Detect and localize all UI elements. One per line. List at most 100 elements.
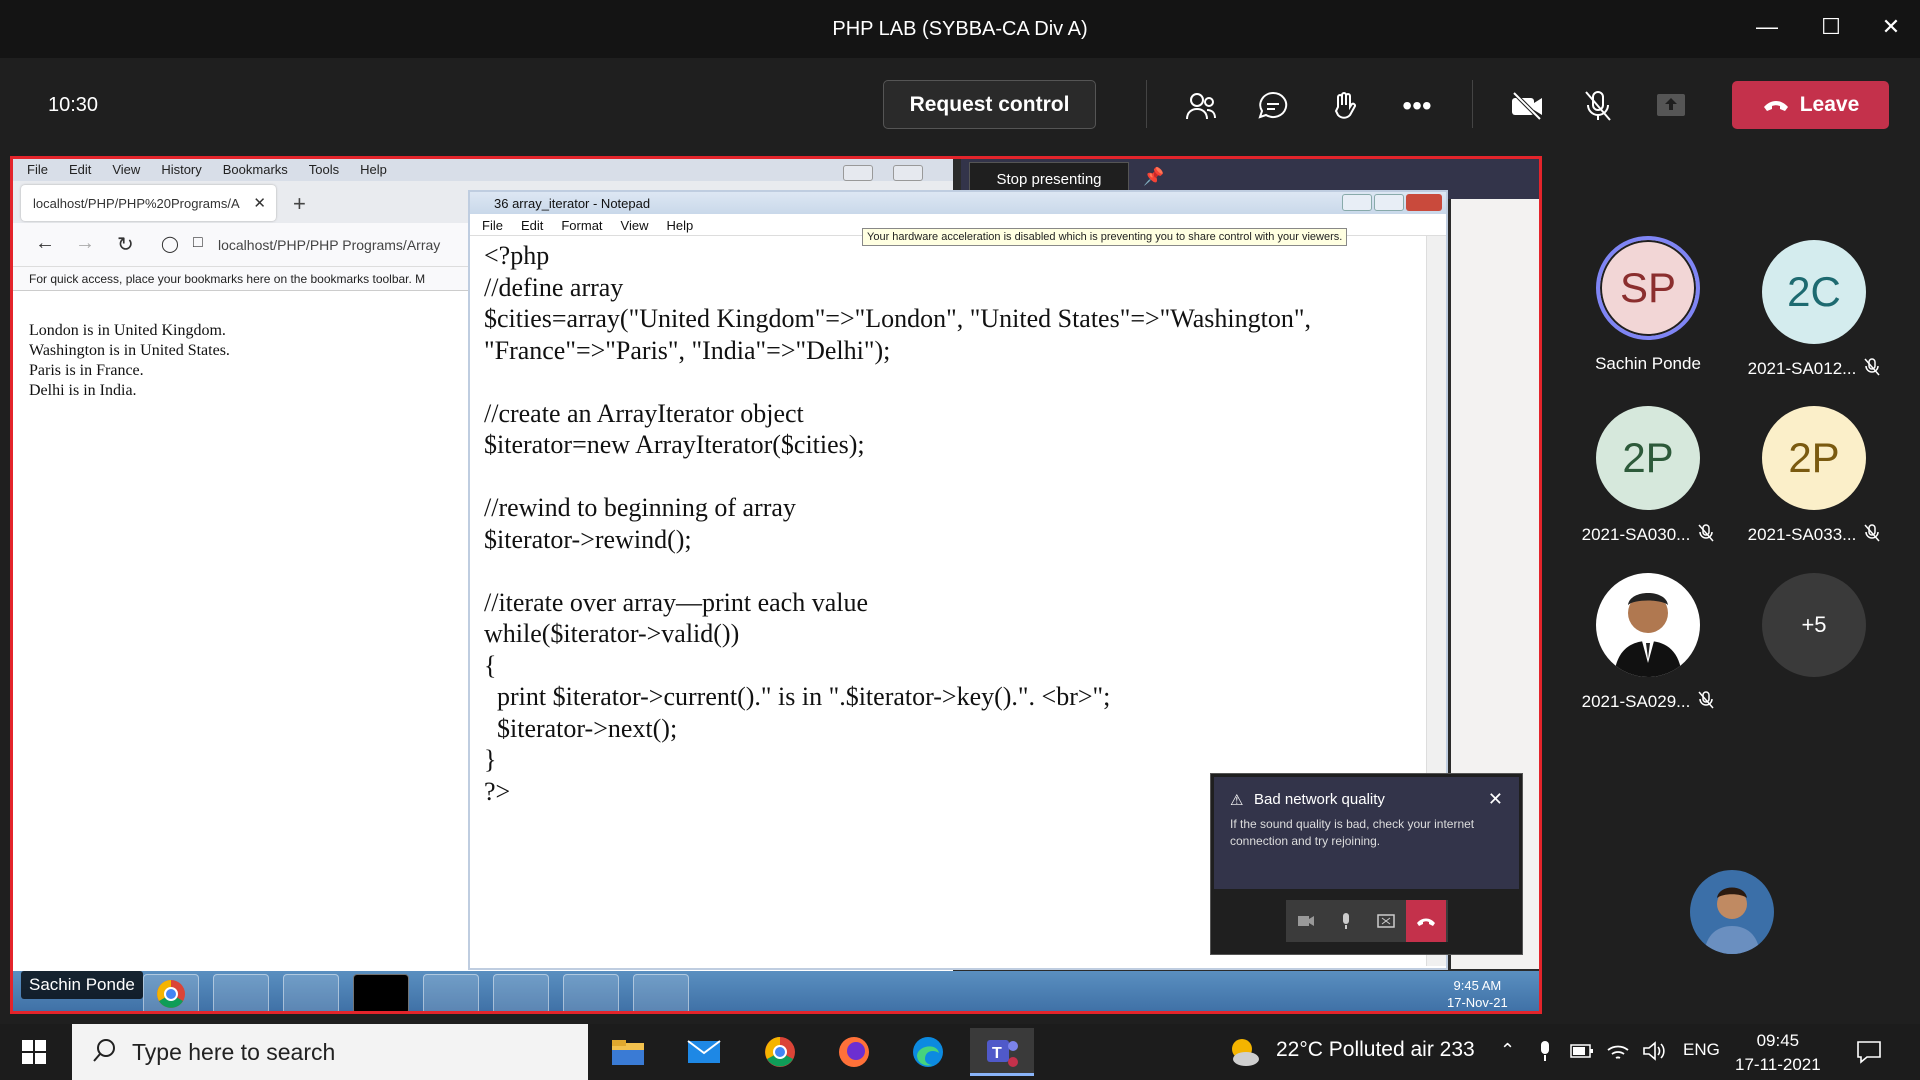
close-tab-icon[interactable]: ✕ [253,194,266,212]
avatar: SP [1596,236,1700,340]
call-monitor-window: ⚠ Bad network quality If the sound quali… [1210,773,1523,955]
meeting-toolbar: 10:30 Request control ••• Leave [0,58,1920,156]
menu-file[interactable]: File [27,162,48,177]
clock-time: 09:45 [1756,1031,1800,1050]
mail-icon[interactable] [672,1028,736,1076]
raise-hand-icon[interactable] [1325,86,1365,126]
firefox-maximize-button[interactable] [893,165,923,181]
weather-text[interactable]: 22°C Polluted air 233 [1276,1038,1475,1062]
muted-mic-icon [1698,691,1714,714]
more-participants-tile[interactable]: +5 [1734,573,1894,677]
sql-task-icon[interactable] [213,974,269,1011]
participant-tile[interactable]: 2P 2021-SA033... [1734,406,1894,547]
mini-camera-icon[interactable] [1286,900,1326,942]
taskbar-clock[interactable]: 09:45 17-11-2021 [1735,1029,1821,1077]
muted-mic-icon [1864,524,1880,547]
cmd-task-icon[interactable] [353,974,409,1011]
chevron-up-icon[interactable]: ⌃ [1500,1040,1515,1061]
participant-tile[interactable]: 2C 2021-SA012... [1734,240,1894,381]
notepad-minimize-button[interactable] [1342,194,1372,211]
mini-mic-icon[interactable] [1326,900,1366,942]
edge-icon[interactable] [896,1028,960,1076]
participant-tile[interactable]: SP Sachin Ponde [1568,236,1728,374]
mic-off-icon[interactable] [1578,86,1618,126]
file-explorer-icon[interactable] [596,1028,660,1076]
muted-mic-icon [1864,358,1880,381]
notes-task-icon[interactable] [423,974,479,1011]
reload-icon[interactable]: ↻ [117,232,134,257]
language-indicator[interactable]: ENG [1683,1040,1720,1060]
volume-icon[interactable] [1642,1040,1666,1067]
forward-icon[interactable]: → [75,232,95,255]
more-options-icon[interactable]: ••• [1397,86,1437,126]
participant-tile[interactable]: 2021-SA029... [1568,573,1728,714]
notepad-maximize-button[interactable] [1374,194,1404,211]
wifi-icon[interactable] [1606,1040,1630,1067]
menu-bookmarks[interactable]: Bookmarks [223,162,288,177]
menu-history[interactable]: History [161,162,201,177]
new-tab-icon[interactable]: + [293,191,306,217]
participant-tile[interactable]: 2P 2021-SA030... [1568,406,1728,547]
shield-icon[interactable]: ◯ [161,234,179,254]
avatar: 2P [1762,406,1866,510]
code-editor[interactable]: <?php //define array $cities=array("Unit… [484,240,1311,807]
network-warning-card: ⚠ Bad network quality If the sound quali… [1214,777,1519,889]
close-button[interactable]: ✕ [1876,14,1906,40]
warning-body: If the sound quality is bad, check your … [1230,817,1475,848]
np-menu-help[interactable]: Help [666,218,693,233]
leave-button[interactable]: Leave [1732,81,1889,129]
output-line: Delhi is in India. [29,382,137,399]
participant-name: 2021-SA033... [1747,524,1857,544]
taskbar-search[interactable]: Type here to search [72,1024,588,1080]
notepad-close-button[interactable] [1406,194,1442,211]
notifications-icon[interactable] [1856,1040,1882,1069]
participants-icon[interactable] [1181,86,1221,126]
np-menu-file[interactable]: File [482,218,503,233]
teams-task-icon[interactable] [493,974,549,1011]
np-menu-edit[interactable]: Edit [521,218,543,233]
microphone-tray-icon[interactable] [1538,1040,1552,1067]
windows-start-icon[interactable] [22,1040,46,1069]
firefox-minimize-button[interactable] [843,165,873,181]
pin-icon[interactable]: 📌 [1143,167,1164,187]
chrome-task-icon[interactable] [143,974,199,1011]
np-menu-view[interactable]: View [621,218,649,233]
shared-clock: 9:45 AM 17-Nov-21 [1447,977,1508,1011]
weather-icon[interactable] [1228,1037,1260,1072]
np-menu-format[interactable]: Format [561,218,602,233]
camera-off-icon[interactable] [1507,86,1547,126]
overflow-count: +5 [1762,573,1866,677]
menu-tools[interactable]: Tools [309,162,339,177]
notepad-titlebar: 36 array_iterator - Notepad [470,192,1446,214]
chat-icon[interactable] [1253,86,1293,126]
close-warning-icon[interactable]: ✕ [1488,789,1503,810]
explorer-task-icon[interactable] [283,974,339,1011]
mini-call-controls [1286,900,1448,942]
browser-tab[interactable]: localhost/PHP/PHP%20Programs/A ✕ [21,185,276,221]
share-tray-icon[interactable] [1651,86,1691,126]
notepad-task-icon[interactable] [633,974,689,1011]
page-output: London is in United Kingdom. Washington … [29,321,230,401]
participant-name: 2021-SA030... [1581,524,1691,544]
back-icon[interactable]: ← [35,232,55,255]
firefox-task-icon[interactable] [563,974,619,1011]
menu-view[interactable]: View [112,162,140,177]
battery-icon[interactable] [1570,1042,1594,1065]
request-control-button[interactable]: Request control [883,80,1096,129]
shared-date: 17-Nov-21 [1447,995,1508,1010]
mini-hangup-icon[interactable] [1406,900,1446,942]
tab-title: localhost/PHP/PHP%20Programs/A [33,196,240,211]
maximize-button[interactable]: ☐ [1816,14,1846,40]
firefox-icon[interactable] [822,1028,886,1076]
menu-edit[interactable]: Edit [69,162,91,177]
mini-share-icon[interactable] [1366,900,1406,942]
chrome-icon[interactable] [748,1028,812,1076]
participant-name: 2021-SA012... [1747,358,1857,378]
menu-help[interactable]: Help [360,162,387,177]
title-bar: PHP LAB (SYBBA-CA Div A) — ☐ ✕ [0,0,1920,58]
divider [1146,80,1147,128]
minimize-button[interactable]: — [1752,14,1782,40]
teams-app-icon[interactable]: T [970,1028,1034,1076]
address-bar[interactable]: localhost/PHP/PHP Programs/Array [218,237,440,253]
firefox-menubar: File Edit View History Bookmarks Tools Help [13,159,953,203]
